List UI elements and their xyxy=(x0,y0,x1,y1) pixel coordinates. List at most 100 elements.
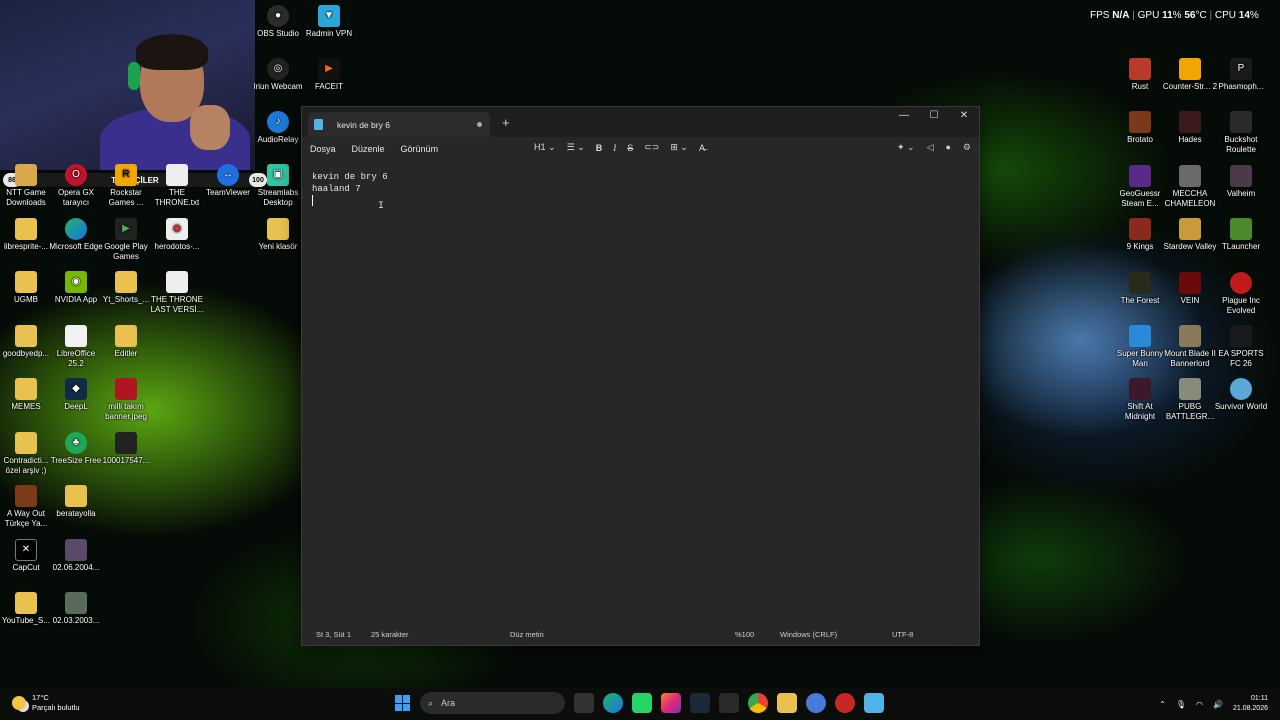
copilot-button[interactable]: ✦ ⌄ xyxy=(897,142,915,153)
desktop-icon-phasmo[interactable]: P Phasmoph... xyxy=(1215,58,1267,92)
weather-widget[interactable]: 17°C Parçalı bulutlu xyxy=(12,693,80,713)
menu-view[interactable]: Görünüm xyxy=(393,144,447,154)
notepad-taskbar-icon[interactable] xyxy=(864,693,884,713)
desktop-icon-tlauncher[interactable]: TLauncher xyxy=(1215,218,1267,252)
steam-icon[interactable] xyxy=(690,693,710,713)
desktop-icon-libreoffice[interactable]: LibreOffice 25.2 xyxy=(50,325,102,369)
desktop-icon-iriun[interactable]: ◎ Iriun Webcam xyxy=(252,58,304,92)
clear-formatting-icon[interactable]: A̶ xyxy=(699,143,705,153)
desktop-icon-9kings[interactable]: 9 Kings xyxy=(1114,218,1166,252)
italic-icon[interactable]: I xyxy=(613,143,616,153)
desktop-icon-deepl[interactable]: ◆ DeepL xyxy=(50,378,102,412)
desktop-icon-brotato[interactable]: Brotato xyxy=(1114,111,1166,145)
desktop-icon-ytshorts[interactable]: Yt_Shorts_... xyxy=(100,271,152,305)
desktop-icon-geoguessr[interactable]: GeoGuessr Steam E... xyxy=(1114,165,1166,209)
microphone-icon[interactable]: 🎙 xyxy=(1176,700,1186,709)
desktop-icon-shiftat[interactable]: Shift At Midnight xyxy=(1114,378,1166,422)
desktop-icon-teamviewer[interactable]: ↔ TeamViewer xyxy=(202,164,254,198)
table-button[interactable]: ⊞ ⌄ xyxy=(670,142,688,153)
volume-icon[interactable]: 🔊 xyxy=(1213,700,1223,709)
minimize-icon[interactable]: — xyxy=(889,107,919,125)
desktop-icon-youtube[interactable]: YouTube_S... xyxy=(0,592,52,626)
desktop-icon-throne-txt[interactable]: THE THRONE.txt xyxy=(151,164,203,208)
desktop-icon-counterstrike[interactable]: Counter-Str... 2 xyxy=(1163,58,1217,92)
instagram-icon[interactable] xyxy=(661,693,681,713)
notepad-titlebar[interactable]: kevin de bry 6 + — ☐ ✕ xyxy=(302,107,979,137)
windows-start-icon[interactable] xyxy=(395,695,411,711)
desktop-icon-milli[interactable]: milli takım banner.jpeg xyxy=(100,378,152,422)
desktop-icon-date1[interactable]: 02.06.2004... xyxy=(50,539,102,573)
desktop-icon-num[interactable]: 100017547... xyxy=(100,432,152,466)
unsaved-indicator-icon[interactable] xyxy=(477,122,482,127)
desktop-icon-forest[interactable]: The Forest xyxy=(1114,272,1166,306)
encoding[interactable]: UTF-8 xyxy=(892,630,913,639)
desktop-icon-ntt[interactable]: NTT Game Downloads xyxy=(0,164,52,208)
epic-games-icon[interactable] xyxy=(719,693,739,713)
strikethrough-icon[interactable]: S xyxy=(627,143,633,153)
list-button[interactable]: ☰ ⌄ xyxy=(567,142,585,153)
desktop-icon-capcut[interactable]: ✕ CapCut xyxy=(0,539,52,573)
desktop-icon-beratayolla[interactable]: beratayolla xyxy=(50,485,102,519)
desktop-icon-vein[interactable]: VEIN xyxy=(1164,272,1216,306)
megaphone-icon[interactable]: ◁ xyxy=(927,142,934,153)
desktop-icon-mountblade[interactable]: Mount Blade II Bannerlord xyxy=(1164,325,1216,369)
desktop-icon-edge[interactable]: Microsoft Edge xyxy=(49,218,103,252)
zoom-level[interactable]: %100 xyxy=(735,630,754,639)
desktop-icon-awayout[interactable]: A Way Out Türkçe Ya... xyxy=(0,485,52,529)
file-explorer-icon[interactable] xyxy=(777,693,797,713)
desktop-icon-stardew[interactable]: Stardew Valley xyxy=(1164,218,1216,252)
text-editor[interactable]: kevin de bry 6 haaland 7 I xyxy=(302,161,979,623)
desktop-icon-buckshot[interactable]: Buckshot Roulette xyxy=(1215,111,1267,155)
desktop-icon-date2[interactable]: 02.03.2003... xyxy=(50,592,102,626)
desktop-icon-memes[interactable]: MEMES xyxy=(0,378,52,412)
chrome-icon[interactable] xyxy=(748,693,768,713)
desktop-icon-streamlabs[interactable]: ▣ Streamlabs Desktop xyxy=(252,164,304,208)
notepad-tab[interactable]: kevin de bry 6 xyxy=(308,112,490,137)
link-icon[interactable]: ⊂⊃ xyxy=(644,142,659,153)
desktop-icon-contradicti[interactable]: Contradicti... özel arşiv ;) xyxy=(0,432,52,476)
network-icon[interactable]: ◠ xyxy=(1196,700,1203,709)
desktop-icon-googleplay[interactable]: ▶ Google Play Games xyxy=(100,218,152,262)
desktop-icon-rust[interactable]: Rust xyxy=(1114,58,1166,92)
heading-select[interactable]: H1 ⌄ xyxy=(534,142,556,153)
desktop-icon-libresprite[interactable]: libresprite-... xyxy=(0,218,52,252)
chevron-up-icon[interactable]: ⌃ xyxy=(1159,700,1166,709)
gear-icon[interactable]: ⚙ xyxy=(963,142,971,153)
desktop-icon-faceit[interactable]: ▶ FACEIT xyxy=(303,58,355,92)
desktop-icon-treesize[interactable]: ♣ TreeSize Free xyxy=(50,432,102,466)
desktop-icon-opera[interactable]: O Opera GX tarayıcı xyxy=(50,164,102,208)
desktop-icon-meccha[interactable]: MECCHA CHAMELEON xyxy=(1164,165,1216,209)
desktop-icon-throne-last[interactable]: THE THRONE LAST VERSİ... xyxy=(151,271,203,315)
desktop-icon-nvidia[interactable]: ◉ NVIDIA App xyxy=(50,271,102,305)
menu-edit[interactable]: Düzenle xyxy=(344,144,393,154)
menu-file[interactable]: Dosya xyxy=(302,144,344,154)
line-ending[interactable]: Windows (CRLF) xyxy=(780,630,837,639)
desktop-icon-easports[interactable]: EA SPORTS FC 26 xyxy=(1215,325,1267,369)
whatsapp-icon[interactable] xyxy=(632,693,652,713)
desktop-icon-hades[interactable]: Hades xyxy=(1164,111,1216,145)
desktop-icon-yeniklasor[interactable]: Yeni klasör xyxy=(252,218,304,252)
close-icon[interactable]: ✕ xyxy=(949,107,979,125)
desktop-icon-obs[interactable]: ● OBS Studio xyxy=(252,5,304,39)
desktop-icon-valheim[interactable]: Valheim xyxy=(1215,165,1267,199)
desktop-icon-superbunny[interactable]: Super Bunny Man xyxy=(1114,325,1166,369)
new-tab-button[interactable]: + xyxy=(502,115,510,130)
clock[interactable]: 01:11 21.08.2026 xyxy=(1233,694,1268,714)
app-icon[interactable] xyxy=(806,693,826,713)
notepad-window[interactable]: kevin de bry 6 + — ☐ ✕ Dosya Düzenle Gör… xyxy=(301,106,980,646)
account-icon[interactable]: ● xyxy=(945,142,950,153)
text-format[interactable]: Düz metin xyxy=(510,630,544,639)
desktop-icon-editler[interactable]: Editler xyxy=(100,325,152,359)
bold-icon[interactable]: B xyxy=(596,143,603,153)
taskbar-search[interactable]: ⌕ Ara xyxy=(420,692,565,714)
desktop-icon-radmin[interactable]: ▼ Radmin VPN xyxy=(303,5,355,39)
desktop-icon-survivor[interactable]: Survivor World xyxy=(1215,378,1267,412)
edge-icon[interactable] xyxy=(603,693,623,713)
maximize-icon[interactable]: ☐ xyxy=(919,107,949,125)
desktop-icon-plague[interactable]: Plague Inc Evolved xyxy=(1215,272,1267,316)
desktop-icon-goodbye[interactable]: goodbyedp... xyxy=(0,325,52,359)
desktop-icon-ugmb[interactable]: UGMB xyxy=(0,271,52,305)
desktop-icon-rockstar[interactable]: R Rockstar Games ... xyxy=(100,164,152,208)
app-icon[interactable] xyxy=(835,693,855,713)
desktop-icon-audiorelay[interactable]: ♪ AudioRelay xyxy=(252,111,304,145)
